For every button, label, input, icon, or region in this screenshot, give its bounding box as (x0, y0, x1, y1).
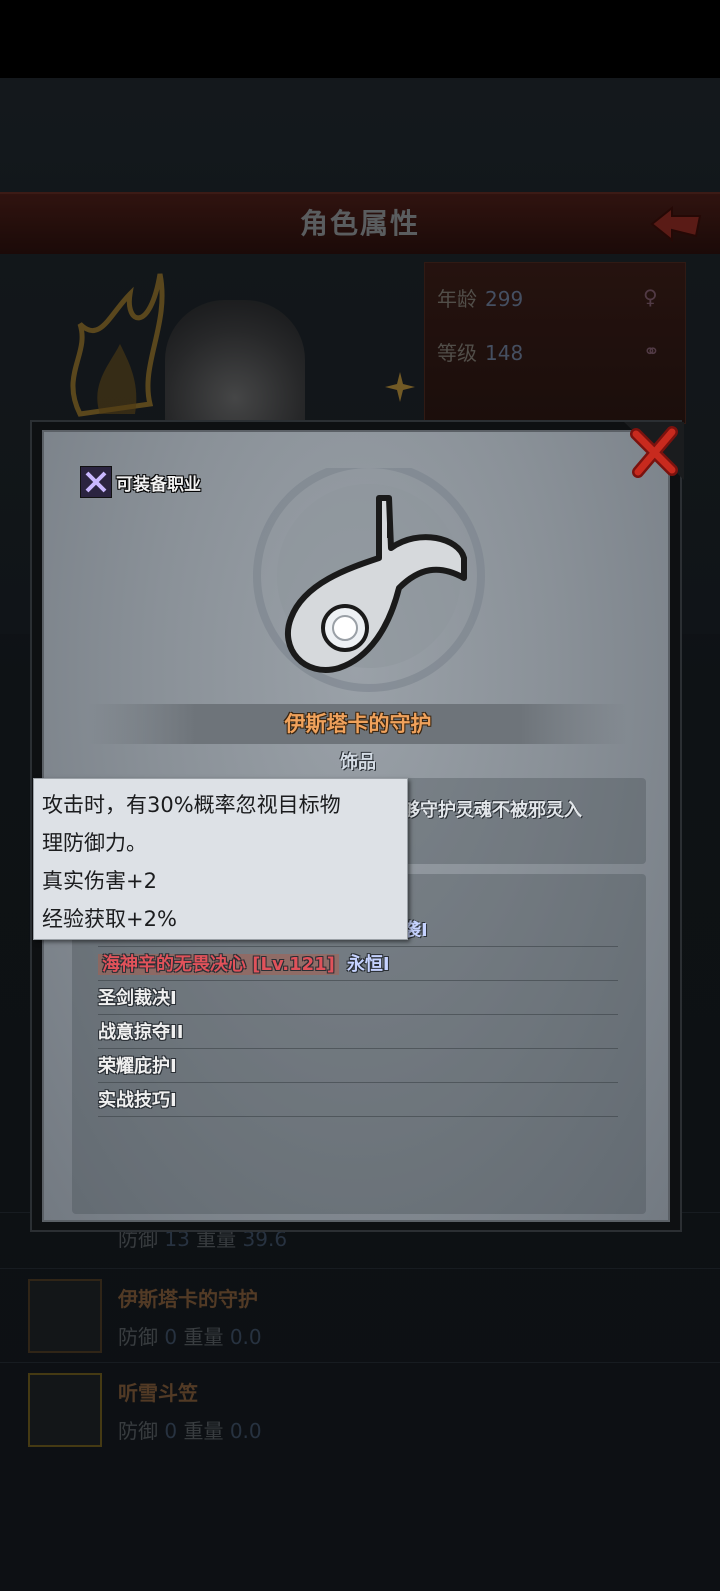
close-icon[interactable] (624, 422, 684, 480)
skill-row: 实战技巧I (98, 1082, 618, 1117)
item-description: 够守护灵魂不被邪灵入 (402, 800, 582, 821)
skill-row: 圣剑裁决I (98, 980, 618, 1015)
tooltip-line: 理防御力。 (42, 831, 147, 855)
amulet-icon (253, 468, 485, 692)
crossed-weapons-icon (80, 466, 112, 498)
skill-secondary: 永恒I (346, 954, 390, 975)
item-name: 伊斯塔卡的守护 (284, 712, 432, 736)
skill-name: 圣剑裁决I (98, 988, 177, 1009)
equipable-class-label: 可装备职业 (116, 475, 201, 495)
item-type: 饰品 (340, 752, 376, 773)
tooltip-line: 经验获取+2% (42, 907, 177, 931)
skill-row: 荣耀庇护I (98, 1048, 618, 1083)
tooltip-line: 攻击时，有30%概率忽视目标物 (42, 793, 341, 817)
skill-row: 海神辛的无畏决心 [Lv.121] 永恒I (98, 946, 618, 981)
skill-name: 荣耀庇护I (98, 1056, 177, 1077)
skill-highlight: 海神辛的无畏决心 [Lv.121] (98, 954, 339, 975)
skill-row: 战意掠夺II (98, 1014, 618, 1049)
tooltip-line: 真实伤害+2 (42, 869, 157, 893)
skill-name: 战意掠夺II (98, 1022, 184, 1043)
status-bar (0, 0, 720, 78)
skill-name: 实战技巧I (98, 1090, 177, 1111)
skill-tooltip: 攻击时，有30%概率忽视目标物 理防御力。 真实伤害+2 经验获取+2% (33, 778, 408, 940)
item-name-banner: 伊斯塔卡的守护 (88, 704, 628, 744)
